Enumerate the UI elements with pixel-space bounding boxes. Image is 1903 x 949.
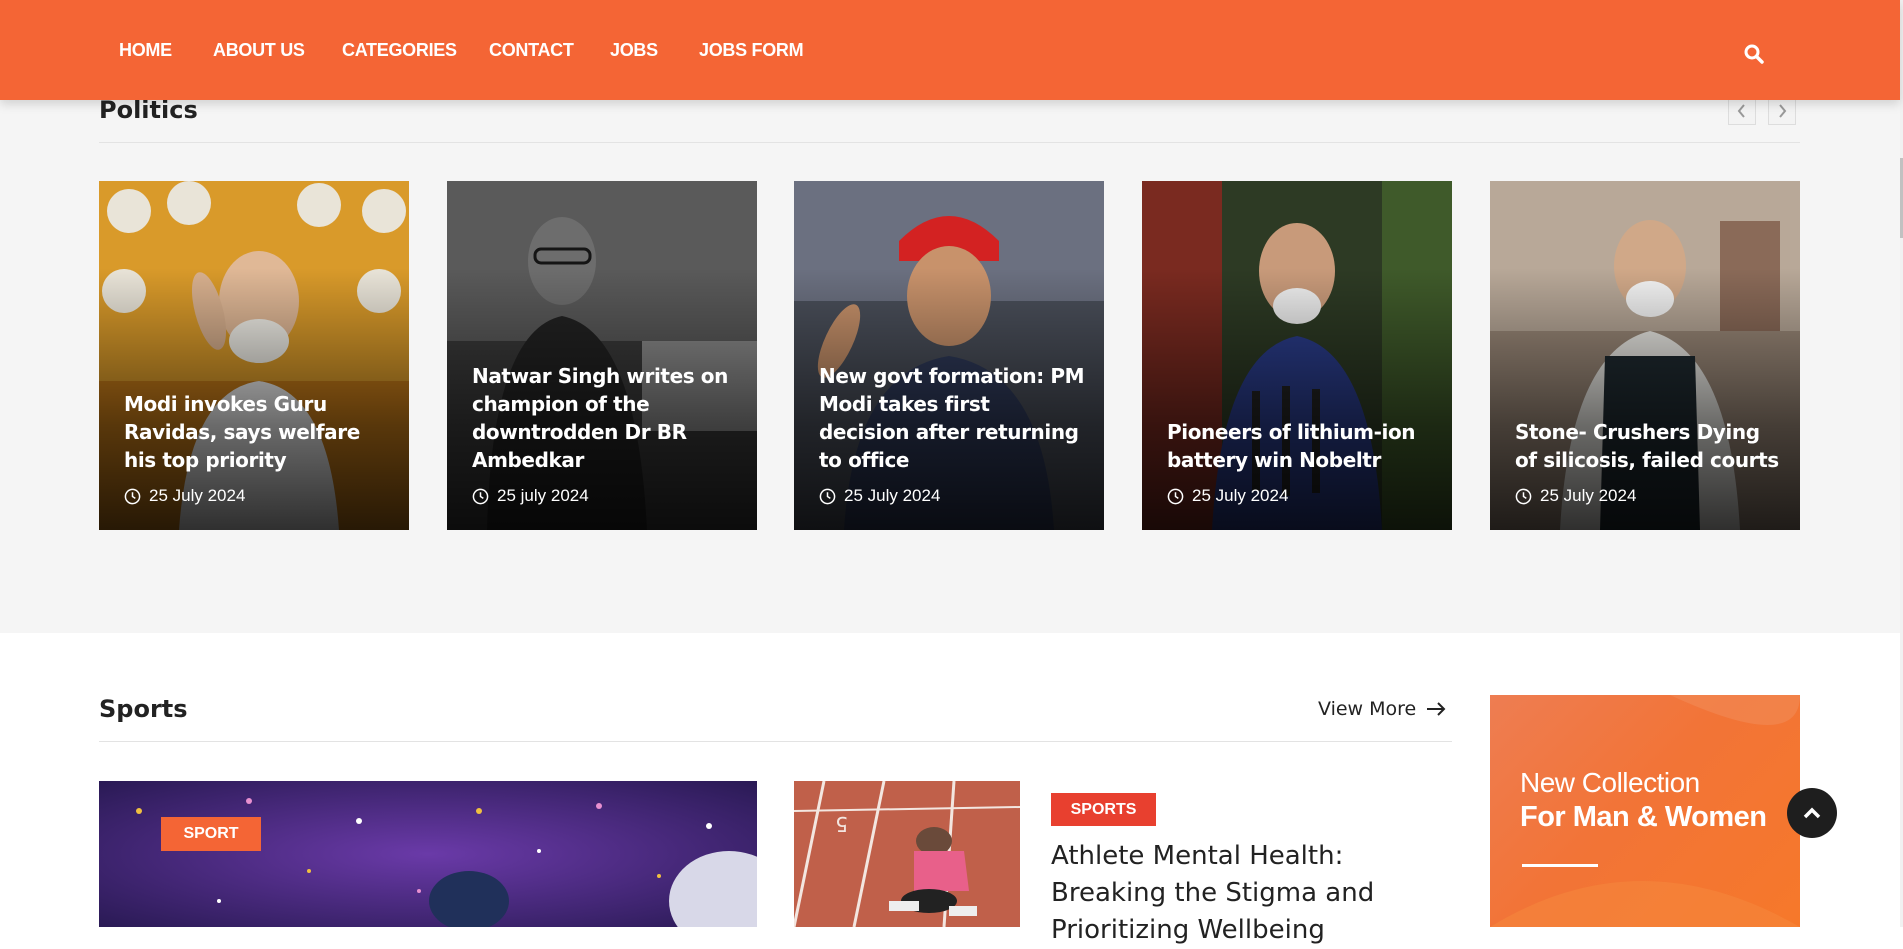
clock-icon [472,488,489,504]
nav-categories[interactable]: CATEGORIES [342,40,457,61]
article-category-badge[interactable]: SPORTS [1051,793,1156,826]
politics-card[interactable]: New govt formation: PM Modi takes first … [794,181,1104,530]
nav-about-us[interactable]: ABOUT US [213,40,305,61]
article-thumbnail[interactable]: 5 [794,781,1020,927]
card-title[interactable]: Stone- Crushers Dying of silicosis, fail… [1515,418,1782,474]
clock-icon [1515,488,1532,504]
carousel-prev-button[interactable] [1728,97,1756,125]
card-date: 25 July 2024 [819,486,940,506]
date-text: 25 July 2024 [1192,486,1289,505]
clock-icon [1167,488,1184,504]
card-title[interactable]: Pioneers of lithium-ion battery win Nobe… [1167,418,1434,474]
view-more-label: View More [1318,698,1417,720]
nav-contact[interactable]: CONTACT [489,40,574,61]
politics-title: Politics [99,96,198,124]
date-text: 25 July 2024 [844,486,941,505]
featured-sport-image[interactable]: SPORT [99,781,757,927]
date-text: 25 July 2024 [149,486,246,505]
politics-divider [99,142,1800,143]
svg-text:5: 5 [835,812,848,836]
card-title[interactable]: Modi invokes Guru Ravidas, says welfare … [124,390,391,474]
sport-badge[interactable]: SPORT [161,817,261,851]
date-text: 25 july 2024 [497,486,589,505]
sports-title: Sports [99,695,188,723]
card-date: 25 July 2024 [124,486,245,506]
nav-jobs[interactable]: JOBS [610,40,658,61]
view-more-link[interactable]: View More [1318,698,1446,720]
ad-divider [1522,864,1598,867]
sport-photo [99,781,757,927]
chevron-up-icon [1803,807,1821,819]
politics-card[interactable]: Natwar Singh writes on champion of the d… [447,181,757,530]
sport-photo: 5 [794,781,1020,927]
politics-card[interactable]: Stone- Crushers Dying of silicosis, fail… [1490,181,1800,530]
card-date: 25 july 2024 [472,486,589,506]
main-navbar: HOME ABOUT US CATEGORIES CONTACT JOBS JO… [0,0,1900,100]
arrow-right-icon [1427,702,1446,716]
carousel-next-button[interactable] [1768,97,1796,125]
ad-headline: New Collection [1520,767,1700,798]
ad-subheadline: For Man & Women [1520,801,1767,833]
nav-jobs-form[interactable]: JOBS FORM [699,40,804,61]
ad-banner[interactable]: New Collection For Man & Women [1490,695,1800,927]
card-date: 25 July 2024 [1167,486,1288,506]
clock-icon [819,488,836,504]
card-date: 25 July 2024 [1515,486,1636,506]
chevron-left-icon [1737,104,1745,118]
sports-divider [99,741,1452,742]
chevron-right-icon [1779,104,1787,118]
card-title[interactable]: New govt formation: PM Modi takes first … [819,362,1086,474]
article-title[interactable]: Athlete Mental Health: Breaking the Stig… [1051,838,1461,949]
politics-card[interactable]: Modi invokes Guru Ravidas, says welfare … [99,181,409,530]
card-title[interactable]: Natwar Singh writes on champion of the d… [472,362,739,474]
nav-home[interactable]: HOME [119,40,172,61]
politics-card[interactable]: Pioneers of lithium-ion battery win Nobe… [1142,181,1452,530]
search-icon[interactable] [1742,42,1766,66]
clock-icon [124,488,141,504]
date-text: 25 July 2024 [1540,486,1637,505]
scroll-to-top-button[interactable] [1787,788,1837,838]
